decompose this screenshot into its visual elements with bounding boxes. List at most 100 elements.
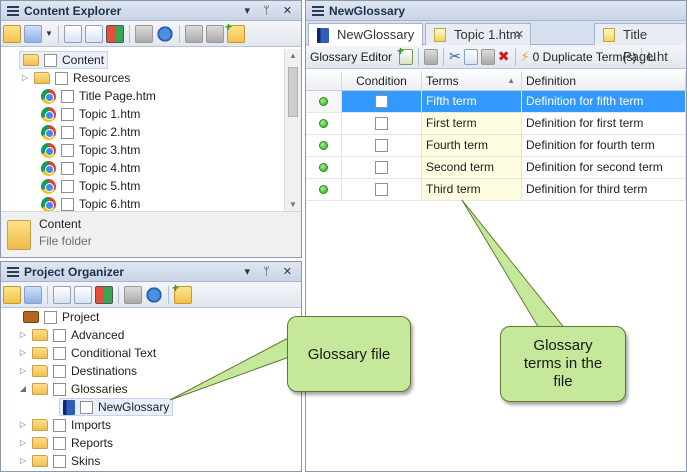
checkbox[interactable] [375, 117, 388, 130]
tree-item-file[interactable]: Topic 1.htm [41, 105, 140, 123]
project-organizer-title-bar[interactable]: Project Organizer ▾ ᛘ ✕ [1, 262, 301, 282]
preview-icon[interactable] [424, 48, 439, 65]
scroll-up-icon[interactable]: ▲ [285, 51, 301, 60]
term-cell[interactable]: Second term [422, 157, 522, 178]
expand-arrow-icon[interactable]: ▷ [19, 362, 27, 380]
refresh-icon[interactable] [145, 285, 163, 304]
checkbox[interactable] [375, 95, 388, 108]
panel-controls[interactable]: ▾ ᛘ ✕ [245, 1, 297, 21]
scroll-down-icon[interactable]: ▼ [285, 200, 301, 209]
tab-topic-1[interactable]: Topic 1.htm ✕ [425, 23, 531, 45]
tree-item-imports[interactable]: ▷ Imports [19, 416, 111, 434]
expand-arrow-icon[interactable]: ▷ [19, 416, 27, 434]
checkbox[interactable] [53, 436, 66, 450]
tree-root-project[interactable]: Project [23, 308, 99, 326]
checkbox[interactable] [375, 183, 388, 196]
checkbox[interactable] [375, 139, 388, 152]
refresh-icon[interactable] [155, 24, 174, 43]
paste-icon[interactable] [480, 48, 495, 65]
condition-cell[interactable] [342, 179, 422, 200]
table-row[interactable]: Third term Definition for third term [306, 179, 686, 201]
download-icon[interactable] [205, 24, 224, 43]
checkbox[interactable] [61, 143, 74, 157]
term-cell[interactable]: First term [422, 113, 522, 134]
delete-icon[interactable]: ✖ [498, 48, 510, 65]
checkbox[interactable] [61, 107, 74, 121]
expand-arrow-icon[interactable]: ▷ [19, 434, 27, 452]
view-mode-dropdown-icon[interactable]: ▼ [45, 29, 53, 38]
content-tree-scrollbar[interactable]: ▲ ▼ [284, 49, 301, 211]
column-header-definition[interactable]: Definition [522, 71, 686, 90]
table-row[interactable]: First term Definition for first term [306, 113, 686, 135]
checkbox[interactable] [44, 310, 57, 324]
paste-icon[interactable] [84, 24, 103, 43]
panel-controls[interactable]: ▾ ᛘ ✕ [245, 262, 297, 282]
checkbox[interactable] [61, 197, 74, 211]
expand-arrow-icon[interactable]: ▷ [19, 452, 27, 470]
checkbox[interactable] [61, 179, 74, 193]
column-header-condition[interactable]: Condition [342, 71, 422, 90]
view-mode-icon[interactable] [24, 285, 42, 304]
expand-arrow-icon[interactable]: ▷ [21, 69, 29, 87]
tree-item-conditional-text[interactable]: ▷ Conditional Text [19, 344, 156, 362]
tree-item-resources[interactable]: ▷ Resources [21, 69, 130, 87]
upload-icon[interactable] [184, 24, 203, 43]
expand-arrow-icon[interactable]: ▷ [19, 344, 27, 362]
definition-cell[interactable]: Definition for second term [522, 157, 686, 178]
definition-cell[interactable]: Definition for fifth term [522, 91, 686, 112]
expand-arrow-icon[interactable]: ▷ [19, 326, 27, 344]
table-row[interactable]: Fourth term Definition for fourth term [306, 135, 686, 157]
tree-item-newglossary[interactable]: NewGlossary [59, 398, 174, 416]
tree-item-file[interactable]: Title Page.htm [41, 87, 156, 105]
definition-cell[interactable]: Definition for third term [522, 179, 686, 200]
content-explorer-title-bar[interactable]: Content Explorer ▾ ᛘ ✕ [1, 1, 301, 21]
checkbox[interactable] [53, 382, 66, 396]
checkbox[interactable] [53, 454, 66, 468]
definition-cell[interactable]: Definition for fourth term [522, 135, 686, 156]
checkbox[interactable] [44, 53, 57, 67]
checkbox[interactable] [375, 161, 388, 174]
condition-cell[interactable] [342, 113, 422, 134]
copy-icon[interactable] [63, 24, 82, 43]
tag-icon[interactable] [134, 24, 153, 43]
tree-item-file[interactable]: Topic 5.htm [41, 177, 140, 195]
paste-icon[interactable] [74, 285, 92, 304]
condition-cell[interactable] [342, 157, 422, 178]
tree-item-skins[interactable]: ▷ Skins [19, 452, 100, 470]
tree-item-advanced[interactable]: ▷ Advanced [19, 326, 124, 344]
checkbox[interactable] [61, 89, 74, 103]
copy-icon[interactable] [463, 48, 478, 65]
open-folder-icon[interactable] [3, 24, 21, 43]
view-mode-icon[interactable] [24, 24, 42, 43]
term-cell[interactable]: Third term [422, 179, 522, 200]
checkbox[interactable] [61, 161, 74, 175]
checkbox[interactable] [53, 364, 66, 378]
term-cell[interactable]: Fifth term [422, 91, 522, 112]
checkbox[interactable] [53, 328, 66, 342]
tree-item-file[interactable]: Topic 2.htm [41, 123, 140, 141]
column-header-terms[interactable]: Terms ▲ [422, 71, 522, 90]
checkbox[interactable] [61, 125, 74, 139]
new-folder-icon[interactable] [225, 20, 245, 43]
tree-root-content[interactable]: Content [19, 51, 109, 69]
grid-view-icon[interactable] [95, 285, 113, 304]
close-tab-icon[interactable]: ✕ [515, 24, 524, 46]
tab-title-page[interactable]: Title Page.ht [594, 23, 686, 64]
cut-icon[interactable]: ✂ [449, 48, 461, 65]
condition-cell[interactable] [342, 135, 422, 156]
tree-item-glossaries[interactable]: ◢ Glossaries [19, 380, 128, 398]
tree-item-reports[interactable]: ▷ Reports [19, 434, 113, 452]
tree-item-file[interactable]: Topic 4.htm [41, 159, 140, 177]
collapse-arrow-icon[interactable]: ◢ [19, 380, 27, 398]
tab-newglossary[interactable]: NewGlossary [308, 23, 423, 46]
scroll-thumb[interactable] [288, 67, 298, 117]
condition-cell[interactable] [342, 91, 422, 112]
editor-title-bar[interactable]: NewGlossary [306, 1, 686, 21]
new-folder-icon[interactable] [172, 281, 192, 304]
table-row[interactable]: Fifth term Definition for fifth term [306, 91, 686, 113]
checkbox[interactable] [53, 418, 66, 432]
add-term-icon[interactable] [397, 44, 414, 65]
checkbox[interactable] [55, 71, 68, 85]
checkbox[interactable] [53, 346, 66, 360]
tree-item-destinations[interactable]: ▷ Destinations [19, 362, 137, 380]
